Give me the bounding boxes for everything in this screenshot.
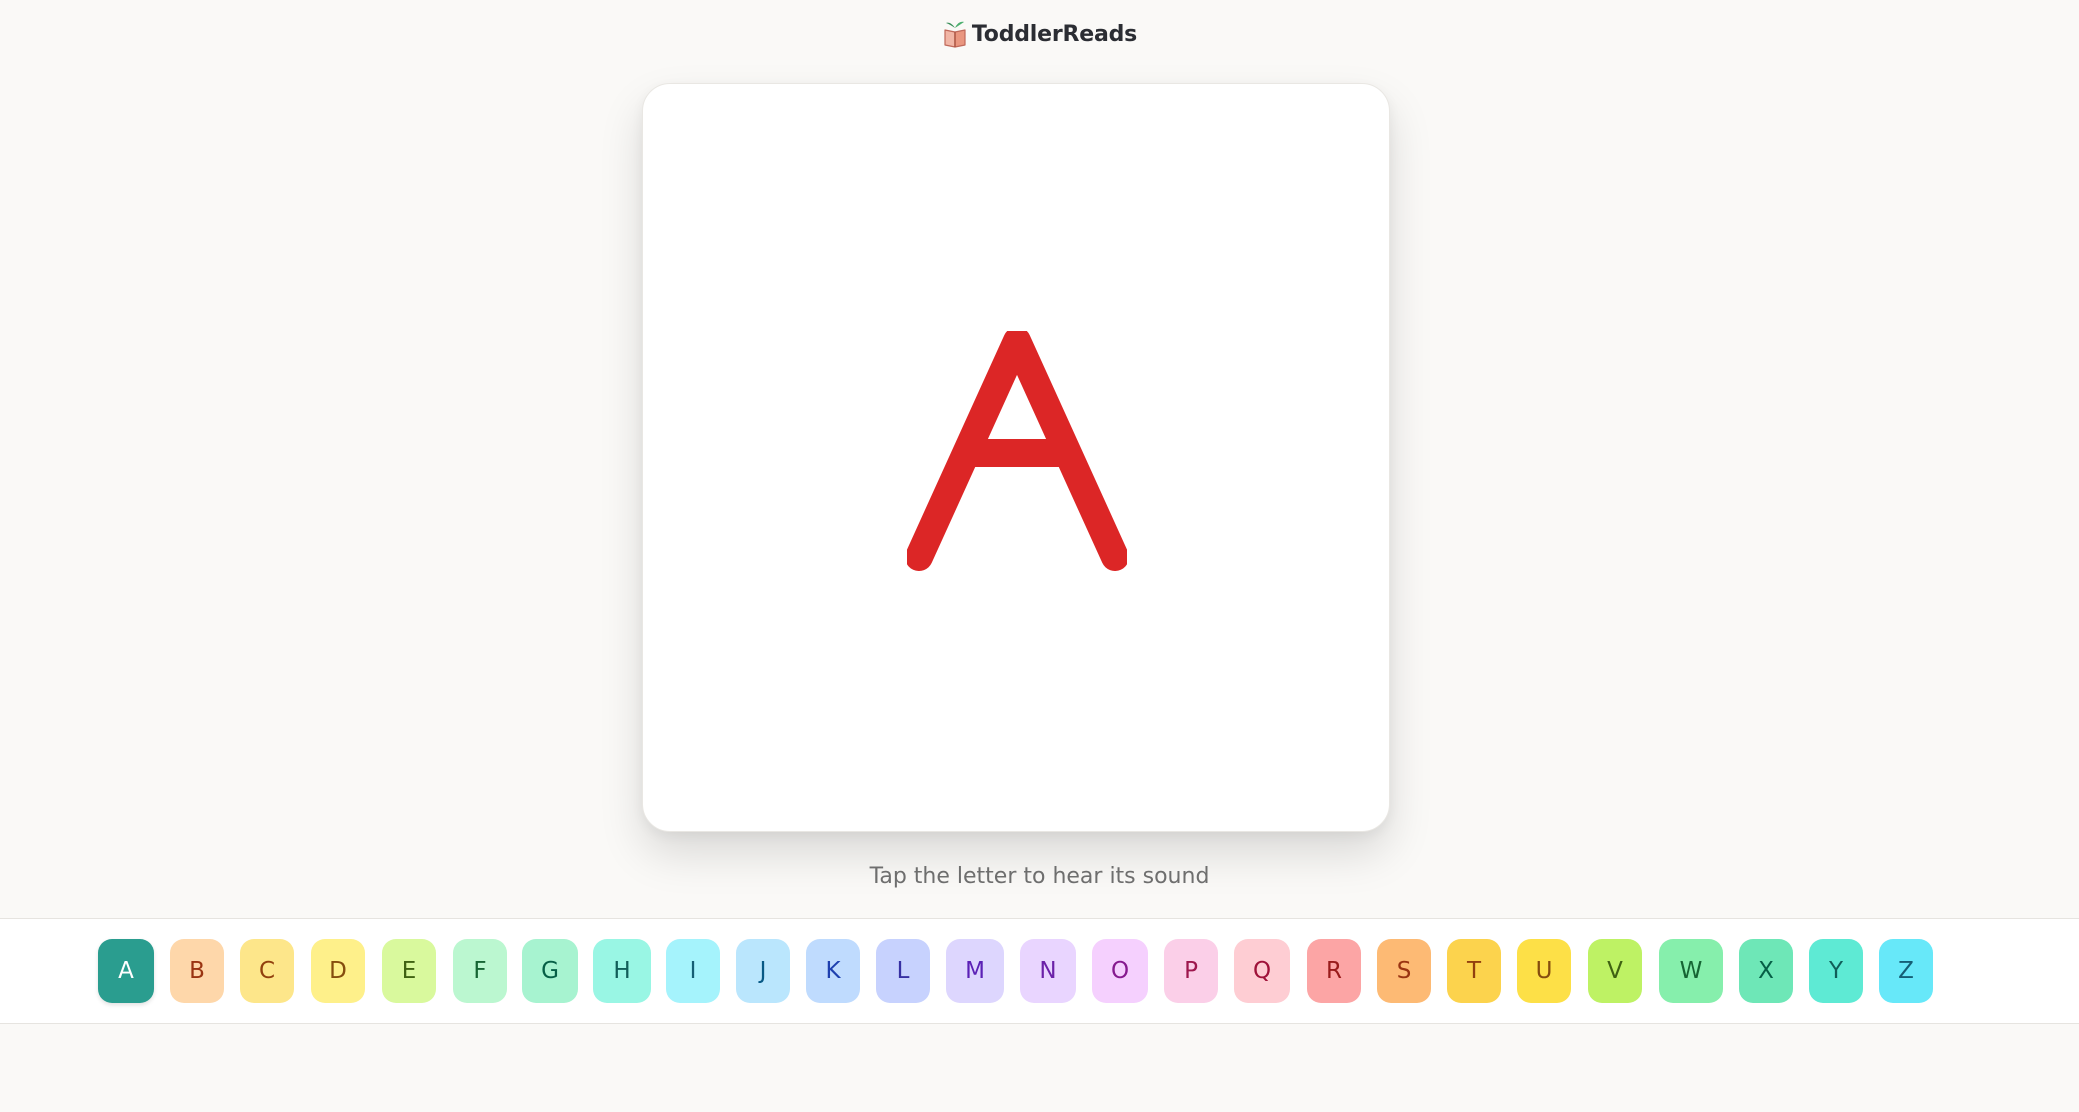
letter-button-s[interactable]: S <box>1377 939 1431 1003</box>
letter-button-l[interactable]: L <box>876 939 930 1003</box>
letter-button-y[interactable]: Y <box>1809 939 1863 1003</box>
alphabet-bar: ABCDEFGHIJKLMNOPQRSTUVWXYZ <box>0 918 2079 1024</box>
letter-button-v[interactable]: V <box>1588 939 1642 1003</box>
letter-button-z[interactable]: Z <box>1879 939 1933 1003</box>
letter-button-b[interactable]: B <box>170 939 224 1003</box>
letter-button-e[interactable]: E <box>382 939 436 1003</box>
big-letter <box>643 84 1389 831</box>
letter-button-r[interactable]: R <box>1307 939 1361 1003</box>
letter-button-o[interactable]: O <box>1092 939 1148 1003</box>
letter-button-d[interactable]: D <box>311 939 365 1003</box>
letter-button-i[interactable]: I <box>666 939 720 1003</box>
letter-button-q[interactable]: Q <box>1234 939 1290 1003</box>
book-logo-icon <box>942 19 968 49</box>
letter-button-k[interactable]: K <box>806 939 860 1003</box>
letter-button-f[interactable]: F <box>453 939 507 1003</box>
letter-button-w[interactable]: W <box>1659 939 1723 1003</box>
letter-card[interactable] <box>642 83 1390 832</box>
letter-button-a[interactable]: A <box>98 939 154 1003</box>
letter-button-n[interactable]: N <box>1020 939 1076 1003</box>
letter-button-c[interactable]: C <box>240 939 294 1003</box>
letter-button-t[interactable]: T <box>1447 939 1501 1003</box>
letter-button-g[interactable]: G <box>522 939 578 1003</box>
letter-button-h[interactable]: H <box>593 939 651 1003</box>
letter-button-u[interactable]: U <box>1517 939 1571 1003</box>
letter-button-j[interactable]: J <box>736 939 790 1003</box>
hint-text: Tap the letter to hear its sound <box>869 864 1210 889</box>
letter-button-x[interactable]: X <box>1739 939 1793 1003</box>
app-header: ToddlerReads <box>0 16 2079 52</box>
letter-button-p[interactable]: P <box>1164 939 1218 1003</box>
app-title: ToddlerReads <box>971 21 1138 47</box>
letter-button-m[interactable]: M <box>946 939 1004 1003</box>
